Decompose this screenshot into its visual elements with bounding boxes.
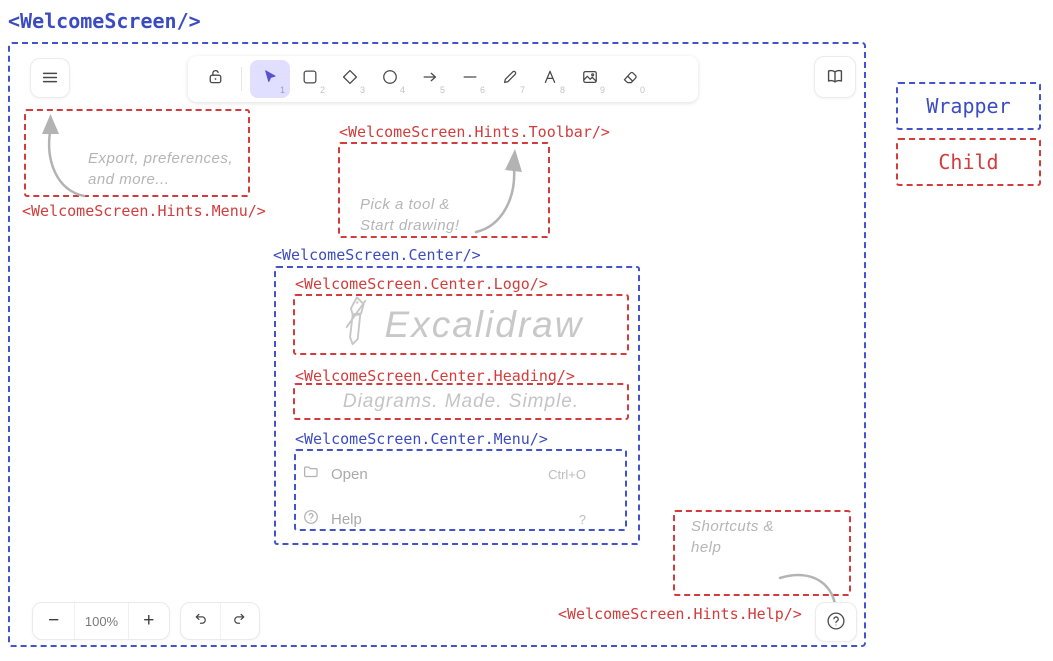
image-icon	[580, 67, 600, 92]
tool-shortcut: 2	[320, 85, 325, 95]
center-logo-label: <WelcomeScreen.Center.Logo/>	[295, 275, 548, 293]
main-menu-button[interactable]	[30, 58, 70, 98]
legend-wrapper-label: Wrapper	[926, 94, 1010, 118]
zoom-controls: − 100% +	[32, 602, 170, 640]
legend-child: Child	[896, 138, 1041, 186]
center-label: <WelcomeScreen.Center/>	[273, 246, 481, 264]
menu-item-label: Open	[331, 466, 368, 483]
tool-shortcut: 3	[360, 85, 365, 95]
tool-shortcut: 6	[480, 85, 485, 95]
question-mark-icon	[825, 610, 847, 635]
tool-ellipse[interactable]: 4	[370, 60, 410, 98]
hints-help-label: <WelcomeScreen.Hints.Help/>	[558, 605, 802, 623]
tool-selection[interactable]: 1	[250, 60, 290, 98]
line-icon	[460, 67, 480, 92]
tool-shortcut: 8	[560, 85, 565, 95]
rectangle-icon	[300, 67, 320, 92]
hints-menu-text: Export, preferences, and more...	[88, 148, 233, 190]
redo-button[interactable]	[220, 603, 259, 639]
arrow-icon	[420, 67, 440, 92]
center-heading-box: Diagrams. Made. Simple.	[293, 383, 629, 420]
text-icon	[540, 67, 560, 92]
pencil-icon	[500, 67, 520, 92]
tool-rectangle[interactable]: 2	[290, 60, 330, 98]
legend-wrapper: Wrapper	[896, 82, 1041, 130]
menu-item-shortcut: Ctrl+O	[548, 467, 586, 482]
circle-icon	[380, 67, 400, 92]
tool-shortcut: 4	[400, 85, 405, 95]
hints-toolbar-text: Pick a tool & Start drawing!	[360, 194, 460, 236]
hints-menu-label: <WelcomeScreen.Hints.Menu/>	[22, 202, 266, 220]
welcome-screen-wrapper: 1 2 3	[8, 42, 866, 647]
zoom-out-button[interactable]: −	[33, 603, 74, 639]
undo-icon	[191, 609, 210, 633]
welcome-screen-label: <WelcomeScreen/>	[8, 9, 201, 33]
menu-item-label: Help	[331, 511, 362, 528]
tool-shortcut: 7	[520, 85, 525, 95]
help-button[interactable]	[815, 602, 857, 642]
excalidraw-logo: Excalidraw	[293, 294, 629, 355]
center-menu-label: <WelcomeScreen.Center.Menu/>	[295, 430, 548, 448]
center-heading-text: Diagrams. Made. Simple.	[343, 391, 579, 413]
unlock-icon	[205, 66, 226, 92]
zoom-level[interactable]: 100%	[74, 603, 127, 639]
lock-tool-button[interactable]	[195, 60, 235, 98]
tool-shortcut: 9	[600, 85, 605, 95]
redo-icon	[230, 609, 249, 633]
excalidraw-dagger-icon	[339, 294, 373, 355]
history-controls	[180, 602, 260, 640]
tool-diamond[interactable]: 3	[330, 60, 370, 98]
eraser-icon	[620, 67, 640, 92]
legend-child-label: Child	[938, 150, 998, 174]
excalidraw-wordmark: Excalidraw	[385, 304, 584, 346]
library-button[interactable]	[814, 56, 856, 98]
toolbar-divider	[241, 67, 242, 91]
tool-arrow[interactable]: 5	[410, 60, 450, 98]
help-circle-icon	[302, 508, 320, 530]
tool-draw[interactable]: 7	[490, 60, 530, 98]
cursor-icon	[260, 67, 280, 92]
diamond-icon	[340, 67, 360, 92]
menu-item-shortcut: ?	[579, 512, 586, 527]
tool-shortcut: 5	[440, 85, 445, 95]
tool-eraser[interactable]: 0	[610, 60, 650, 98]
tool-text[interactable]: 8	[530, 60, 570, 98]
hints-help-text: Shortcuts & help	[691, 516, 774, 558]
tool-line[interactable]: 6	[450, 60, 490, 98]
toolbar: 1 2 3	[188, 56, 698, 102]
hamburger-icon	[39, 66, 61, 91]
hints-toolbar-label: <WelcomeScreen.Hints.Toolbar/>	[339, 123, 610, 141]
tool-shortcut: 1	[280, 85, 285, 95]
menu-item-open[interactable]: Open Ctrl+O	[302, 457, 586, 491]
zoom-in-button[interactable]: +	[128, 603, 169, 639]
folder-icon	[302, 463, 320, 485]
page: <WelcomeScreen/>	[0, 0, 1053, 661]
tool-image[interactable]: 9	[570, 60, 610, 98]
book-icon	[824, 65, 846, 90]
undo-button[interactable]	[181, 603, 220, 639]
tool-shortcut: 0	[640, 85, 645, 95]
menu-item-help[interactable]: Help ?	[302, 502, 586, 536]
